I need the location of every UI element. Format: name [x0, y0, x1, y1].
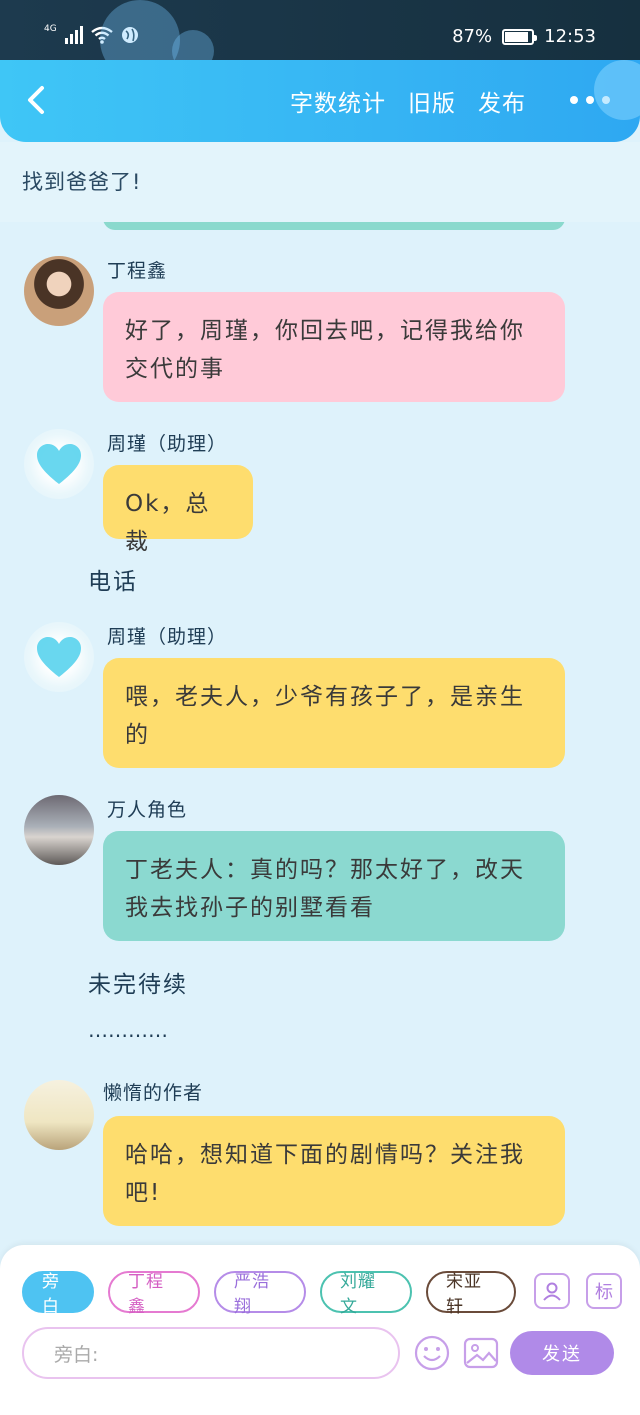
sender-name: 周瑾（助理） [107, 433, 228, 455]
clock: 12:53 [544, 26, 596, 47]
header-menu: 字数统计 旧版 发布 [290, 84, 526, 118]
smiley-icon[interactable] [414, 1335, 450, 1371]
previous-bubble-edge [103, 222, 565, 230]
story-title: 找到爸爸了! [22, 170, 142, 194]
narration-text[interactable]: 电话 [88, 562, 138, 596]
avatar[interactable] [24, 622, 94, 692]
role-chip-narrator[interactable]: 旁白 [22, 1271, 94, 1317]
heart-icon [37, 444, 81, 484]
role-chip[interactable]: 宋亚轩 [426, 1271, 516, 1317]
person-icon[interactable] [534, 1273, 570, 1309]
signal-icon [64, 26, 83, 44]
tag-icon[interactable]: 标 [586, 1273, 622, 1309]
word-count-button[interactable]: 字数统计 [290, 84, 386, 118]
message-bubble[interactable]: 丁老夫人：真的吗？那太好了，改天我去找孙子的别墅看看 [103, 831, 565, 941]
avatar[interactable] [24, 256, 94, 326]
sender-name: 懒惰的作者 [103, 1082, 204, 1104]
story-title-bar[interactable]: 找到爸爸了! [0, 142, 640, 222]
image-icon[interactable] [463, 1335, 499, 1371]
sender-name: 周瑾（助理） [107, 626, 228, 648]
battery-percent: 87% [452, 26, 493, 47]
avatar[interactable] [24, 429, 94, 499]
status-bar: 4G 87% 12:53 [0, 0, 640, 80]
role-chips: 旁白 丁程鑫 严浩翔 刘耀文 宋亚轩 [22, 1271, 516, 1317]
chevron-left-icon[interactable] [20, 82, 56, 118]
role-chip[interactable]: 严浩翔 [214, 1271, 306, 1317]
network-type: 4G [44, 24, 57, 34]
sender-name: 丁程鑫 [107, 260, 168, 282]
role-chip[interactable]: 刘耀文 [320, 1271, 412, 1317]
composer-panel: 旁白 丁程鑫 严浩翔 刘耀文 宋亚轩 标 旁白: 发送 [0, 1245, 640, 1415]
top-app-bar: 字数统计 旧版 发布 [0, 60, 640, 142]
send-button[interactable]: 发送 [510, 1331, 614, 1375]
sender-name: 万人角色 [107, 799, 188, 821]
battery-icon [502, 28, 538, 45]
message-bubble[interactable]: 好了，周瑾，你回去吧，记得我给你交代的事 [103, 292, 565, 402]
publish-button[interactable]: 发布 [478, 84, 526, 118]
message-input[interactable]: 旁白: [22, 1327, 400, 1379]
narration-text[interactable]: 未完待续 [88, 965, 188, 999]
message-bubble[interactable]: 哈哈，想知道下面的剧情吗？关注我吧! [103, 1116, 565, 1226]
narration-text[interactable]: ………… [88, 1018, 168, 1042]
old-version-button[interactable]: 旧版 [408, 84, 456, 118]
avatar[interactable] [24, 1080, 94, 1150]
heart-icon [37, 637, 81, 677]
message-bubble[interactable]: 喂，老夫人，少爷有孩子了，是亲生的 [103, 658, 565, 768]
avatar[interactable] [24, 795, 94, 865]
chat-area[interactable]: 丁程鑫 好了，周瑾，你回去吧，记得我给你交代的事 周瑾（助理） Ok，总裁 电话… [0, 222, 640, 1247]
message-bubble[interactable]: Ok，总裁 [103, 465, 253, 555]
role-chip[interactable]: 丁程鑫 [108, 1271, 200, 1317]
